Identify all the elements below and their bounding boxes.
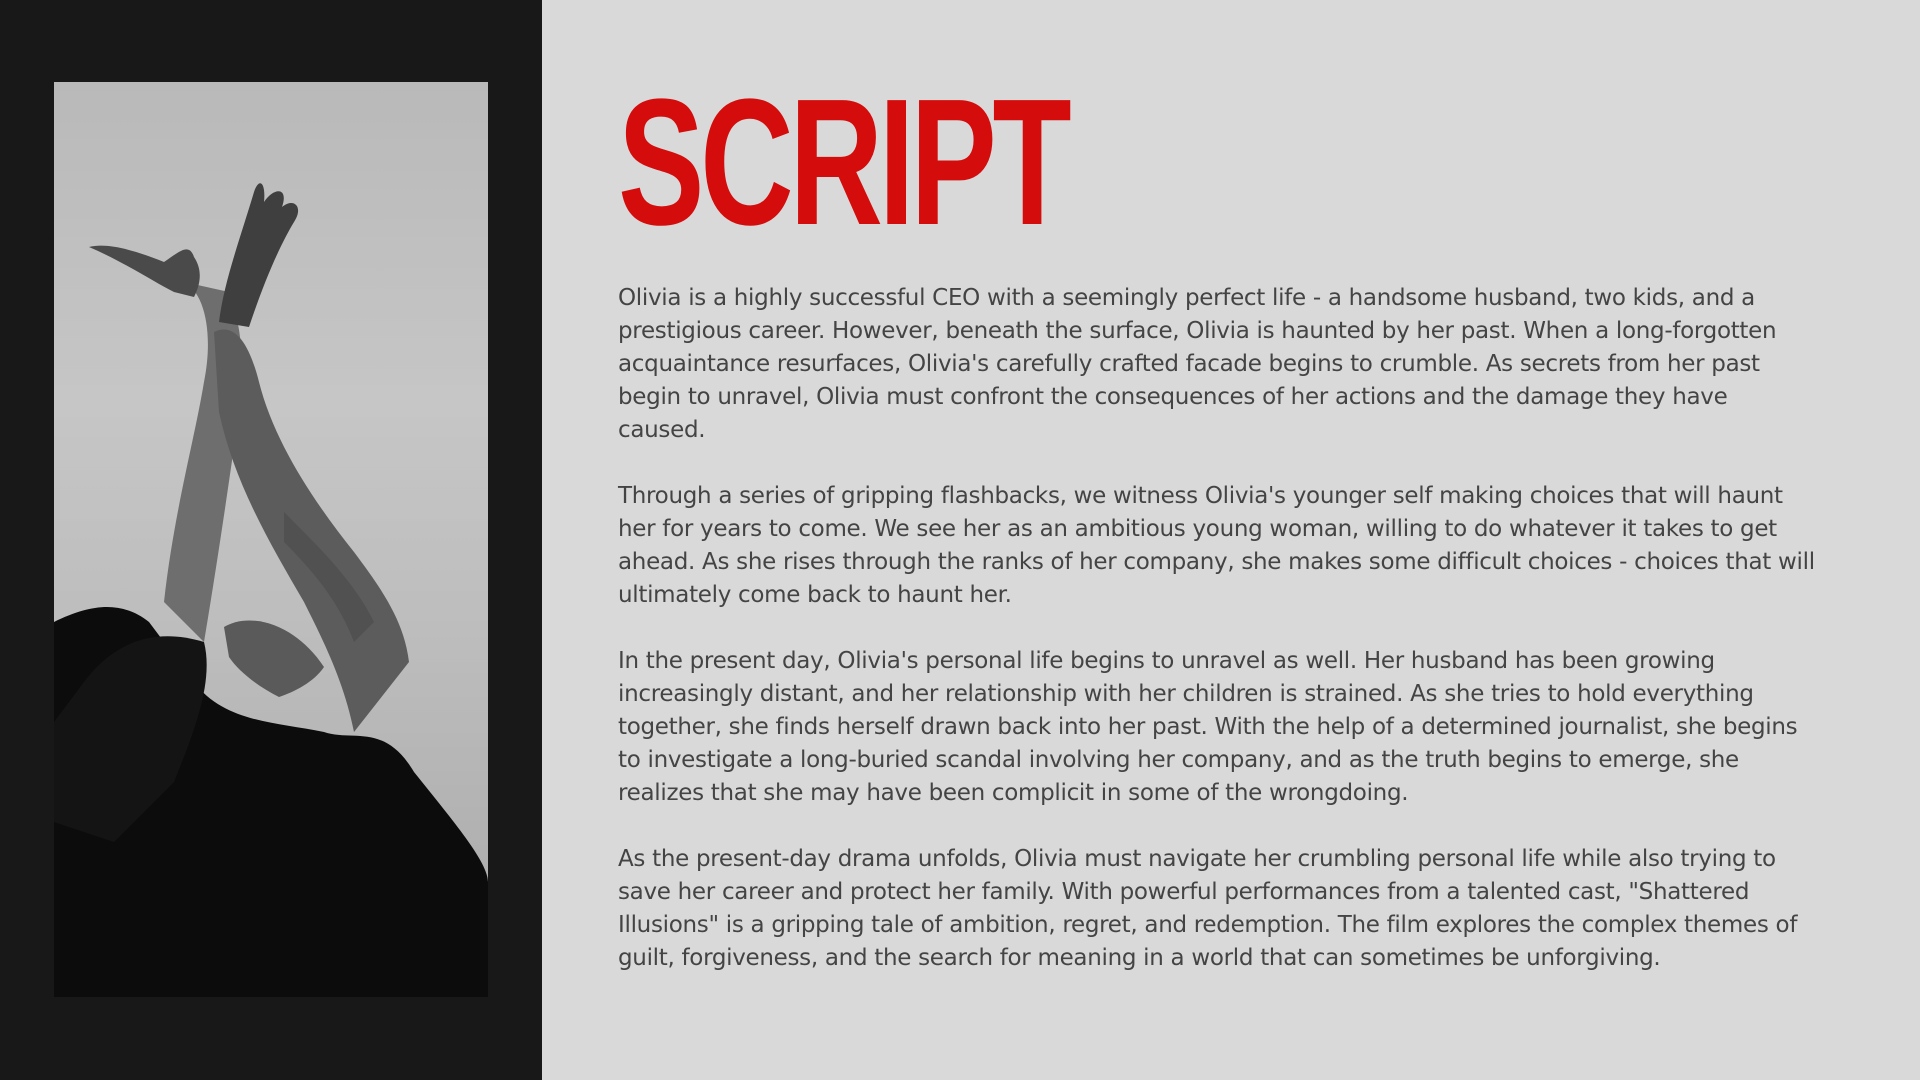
slide: SCRIPT Olivia is a highly successful CEO… bbox=[0, 0, 1920, 1080]
page-title: SCRIPT bbox=[618, 62, 1072, 263]
paragraph-3: In the present day, Olivia's personal li… bbox=[618, 648, 1798, 806]
script-body: Olivia is a highly successful CEO with a… bbox=[618, 282, 1818, 1008]
paragraph-4: As the present-day drama unfolds, Olivia… bbox=[618, 846, 1798, 971]
content-panel: SCRIPT Olivia is a highly successful CEO… bbox=[542, 0, 1920, 1080]
woman-raised-arms-photo bbox=[54, 82, 488, 997]
photo-illustration bbox=[54, 183, 488, 997]
paragraph-2: Through a series of gripping flashbacks,… bbox=[618, 483, 1815, 608]
paragraph-1: Olivia is a highly successful CEO with a… bbox=[618, 285, 1777, 443]
left-panel bbox=[0, 0, 542, 1080]
